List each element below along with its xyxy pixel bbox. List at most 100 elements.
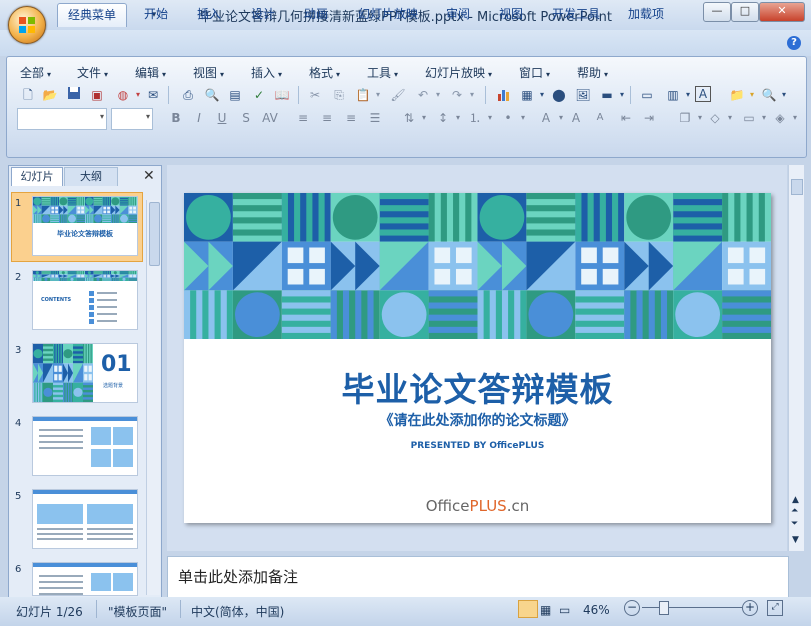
normal-view-icon[interactable] [518, 600, 538, 618]
bold-icon[interactable]: B [167, 109, 185, 127]
scrollbar-thumb[interactable] [791, 179, 803, 195]
menu-all[interactable]: 全部 ▾ [20, 64, 51, 80]
menu-view[interactable]: 视图 ▾ [193, 64, 224, 80]
permission-icon[interactable]: ◍ [114, 86, 140, 104]
slide-sorter-icon[interactable]: ▦ [540, 603, 551, 617]
tab-developer[interactable]: 开发工具 [545, 3, 607, 26]
italic-icon[interactable]: I [190, 109, 208, 127]
maximize-button[interactable]: □ [731, 2, 759, 22]
tab-animation[interactable]: 动画 [296, 3, 336, 26]
shadow-icon[interactable]: S [237, 109, 255, 127]
tab-outline[interactable]: 大纲 [64, 167, 118, 186]
tab-review[interactable]: 审阅 [438, 3, 478, 26]
slide-thumbnail-1[interactable]: 毕业论文答辩模板 [32, 196, 138, 256]
zoom-out-icon[interactable]: − [624, 600, 640, 616]
quick-styles-icon[interactable]: ▭ [740, 109, 766, 127]
format-painter-icon[interactable]: 🖌 [389, 86, 407, 104]
office-button[interactable] [8, 6, 46, 44]
save-toolbar-icon[interactable] [65, 86, 83, 104]
new-icon[interactable]: 🗋 [19, 86, 37, 104]
slides-pane-scrollbar[interactable] [146, 200, 160, 595]
print-icon[interactable]: ⎙ [179, 86, 197, 104]
shrink-font-icon[interactable]: A [591, 109, 609, 127]
tab-slides[interactable]: 幻灯片 [11, 167, 63, 186]
decrease-indent-icon[interactable]: ⇤ [617, 109, 635, 127]
grow-font-icon[interactable]: A [567, 109, 585, 127]
scroll-up-arrow-icon[interactable]: ▲ [792, 495, 799, 505]
tab-insert[interactable]: 插入 [189, 3, 229, 26]
clipart-icon[interactable]: ⬤ [550, 86, 568, 104]
folder-icon[interactable]: 📁 [728, 86, 754, 104]
picture-icon[interactable]: 🖼 [574, 86, 592, 104]
spelling-icon[interactable]: ✓ [250, 86, 268, 104]
paste-icon[interactable]: 📋 [354, 86, 380, 104]
shapes-icon[interactable]: ◇ [706, 109, 732, 127]
underline-icon[interactable]: U [213, 109, 231, 127]
text-direction-icon[interactable]: ⇅ [400, 109, 426, 127]
print-preview-icon[interactable]: 🔍 [203, 86, 221, 104]
scroll-down-arrow-icon[interactable]: ▼ [792, 535, 799, 545]
menu-insert[interactable]: 插入 ▾ [251, 64, 282, 80]
menu-format[interactable]: 格式 ▾ [309, 64, 340, 80]
slide-subtitle[interactable]: 《请在此处添加你的论文标题》 [184, 410, 771, 430]
outline-icon[interactable]: ▤ [226, 86, 244, 104]
slide-canvas[interactable]: 毕业论文答辩模板 《请在此处添加你的论文标题》 PRESENTED BY Off… [184, 193, 771, 523]
cut-icon[interactable]: ✂ [306, 86, 324, 104]
help-icon[interactable]: ? [787, 36, 801, 50]
slide-color-icon[interactable]: ▬ [598, 86, 624, 104]
menu-window[interactable]: 窗口 ▾ [519, 64, 550, 80]
table-icon[interactable]: ▦ [518, 86, 544, 104]
language-indicator[interactable]: 中文(简体，中国) [191, 603, 284, 620]
menu-file[interactable]: 文件 ▾ [77, 64, 108, 80]
email-icon[interactable]: ✉ [144, 86, 162, 104]
numbering-icon[interactable]: ⒈ [466, 109, 492, 127]
zoom-slider-thumb[interactable] [659, 601, 669, 615]
arrange-icon[interactable]: ❐ [676, 109, 702, 127]
align-center-icon[interactable]: ≡ [318, 109, 336, 127]
menu-tools[interactable]: 工具 ▾ [367, 64, 398, 80]
zoom-slider[interactable] [642, 607, 742, 608]
align-left-icon[interactable]: ≡ [294, 109, 312, 127]
tab-view[interactable]: 视图 [491, 3, 531, 26]
menu-help[interactable]: 帮助 ▾ [577, 64, 608, 80]
presented-by[interactable]: PRESENTED BY OfficePLUS [184, 441, 771, 451]
zoom-level[interactable]: 46% [583, 603, 610, 617]
font-size-combo[interactable]: ▾ [111, 108, 153, 130]
slide-thumbnail-2[interactable]: CONTENTS [32, 270, 138, 330]
open-icon[interactable]: 📂 [41, 86, 59, 104]
pane-close-icon[interactable]: ✕ [143, 168, 155, 184]
justify-icon[interactable]: ☰ [366, 109, 384, 127]
slide-scrollbar[interactable]: ▲ ⏶ ⏷ ▼ [788, 165, 804, 551]
chart-icon[interactable] [495, 86, 513, 104]
research-icon[interactable]: 📖 [273, 86, 291, 104]
redo-toolbar-icon[interactable]: ↷ [448, 86, 474, 104]
menu-edit[interactable]: 编辑 ▾ [135, 64, 166, 80]
next-slide-icon[interactable]: ⏷ [791, 519, 798, 529]
tab-classic-menu[interactable]: 经典菜单 [57, 3, 127, 27]
slide-thumbnail-3[interactable]: 01 选题背景 [32, 343, 138, 403]
minimize-button[interactable]: — [703, 2, 731, 22]
scrollbar-thumb[interactable] [149, 202, 160, 266]
line-spacing-icon[interactable]: ↕ [434, 109, 460, 127]
slide-thumbnail-6[interactable] [32, 562, 138, 596]
undo-toolbar-icon[interactable]: ↶ [414, 86, 440, 104]
notes-pane[interactable]: 单击此处添加备注 [167, 556, 789, 598]
slide-title[interactable]: 毕业论文答辩模板 [184, 363, 771, 411]
font-color-icon[interactable]: A [537, 109, 563, 127]
pdf-icon[interactable]: ▣ [88, 86, 106, 104]
font-name-combo[interactable]: ▾ [17, 108, 107, 130]
shape-fill-icon[interactable]: ◈ [771, 109, 797, 127]
close-button[interactable]: ✕ [759, 2, 805, 22]
textbox-icon[interactable]: A [695, 86, 711, 102]
bullets-icon[interactable]: • [499, 109, 525, 127]
menu-slideshow[interactable]: 幻灯片放映 ▾ [425, 64, 492, 80]
tab-design[interactable]: 设计 [243, 3, 283, 26]
layout-icon[interactable]: ▥ [664, 86, 690, 104]
increase-indent-icon[interactable]: ⇥ [640, 109, 658, 127]
find-icon[interactable]: 🔍 [760, 86, 786, 104]
copy-icon[interactable]: ⎘ [330, 86, 348, 104]
tab-addins[interactable]: 加载项 [621, 3, 671, 26]
slideshow-view-icon[interactable]: ▭ [559, 603, 570, 617]
theme-name[interactable]: "模板页面" [108, 603, 167, 620]
prev-slide-icon[interactable]: ⏶ [791, 506, 798, 516]
